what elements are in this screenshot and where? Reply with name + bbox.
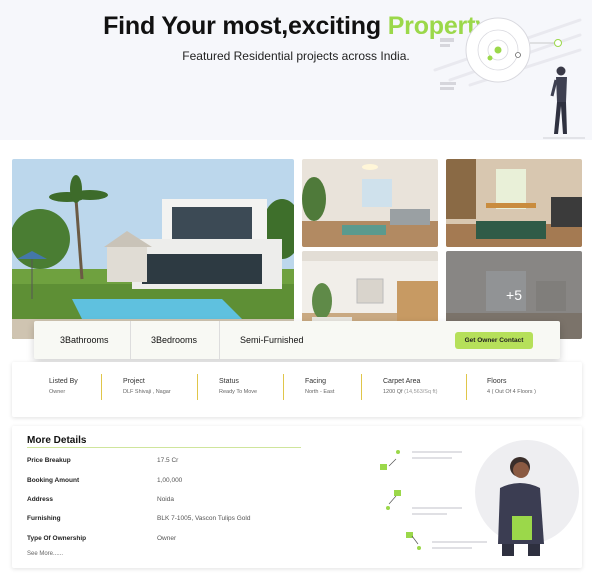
spec-divider (361, 374, 362, 400)
detail-label: Booking Amount (27, 477, 80, 484)
spec-label: Facing (305, 378, 327, 385)
furnishing-label: Semi-Furnished (240, 335, 304, 345)
bedrooms-label: 3Bedrooms (131, 321, 220, 359)
spec-value: DLF Shivaji , Nagar (123, 389, 171, 395)
detail-row: Furnishing BLK 7-1005, Vascon Tulips Gol… (27, 515, 327, 527)
see-more-link[interactable]: See More...... (27, 551, 63, 557)
spec-label: Floors (487, 378, 507, 385)
person-checklist-illustration (380, 440, 579, 556)
spec-divider (466, 374, 467, 400)
more-details-title: More Details (27, 435, 87, 446)
spec-divider (283, 374, 284, 400)
bathrooms-label: 3Bathrooms (34, 321, 131, 359)
carpet-area-rate: (14,563/Sq ft) (404, 389, 438, 395)
detail-label: Type Of Ownership (27, 535, 87, 542)
spec-value: 1200 Qf (14,563/Sq ft) (383, 389, 437, 395)
detail-label: Price Breakup (27, 457, 71, 464)
detail-value: BLK 7-1005, Vascon Tulips Gold (157, 515, 251, 522)
spec-label: Status (219, 378, 239, 385)
detail-label: Furnishing (27, 515, 61, 522)
carpet-area-value: 1200 Qf (383, 389, 403, 395)
spec-label: Listed By (49, 378, 78, 385)
detail-value: Owner (157, 535, 177, 542)
dining-room-photo[interactable] (446, 159, 582, 247)
detail-row: Address Noida (27, 496, 327, 508)
hero-title-text: Find Your most,exciting (103, 12, 388, 40)
living-room-photo[interactable] (302, 159, 438, 247)
title-underline (27, 447, 301, 448)
detail-value: 17.5 Cr (157, 457, 179, 464)
spec-value: Owner (49, 389, 66, 395)
spec-value: 4 ( Out Of 4 Floors ) (487, 389, 536, 395)
spec-value: Ready To Move (219, 389, 258, 395)
spec-listed-by: Listed By Owner (49, 372, 78, 406)
spec-carpet-area: Carpet Area 1200 Qf (14,563/Sq ft) (383, 372, 437, 406)
main-house-photo[interactable] (12, 159, 294, 339)
spec-divider (197, 374, 198, 400)
detail-value: Noida (157, 496, 174, 503)
spec-divider (101, 374, 102, 400)
property-search-illustration (433, 17, 585, 139)
hero-section: Find Your most,exciting Property Feature… (0, 0, 592, 140)
spec-value: North - East (305, 389, 335, 395)
spec-label: Project (123, 378, 145, 385)
spec-facing: Facing North - East (305, 372, 334, 406)
spec-label: Carpet Area (383, 378, 421, 385)
spec-floors: Floors 4 ( Out Of 4 Floors ) (487, 372, 536, 406)
detail-row: Booking Amount 1,00,000 (27, 477, 327, 489)
photo-gallery: +5 (12, 159, 582, 339)
detail-value: 1,00,000 (157, 477, 183, 484)
detail-row: Type Of Ownership Owner (27, 535, 327, 547)
property-specs-strip: Listed By Owner Project DLF Shivaji , Na… (12, 362, 582, 417)
feature-bar: 3Bathrooms 3Bedrooms Semi-Furnished Get … (34, 321, 560, 359)
detail-row: Price Breakup 17.5 Cr (27, 457, 327, 469)
detail-label: Address (27, 496, 54, 503)
more-details-card: More Details Price Breakup 17.5 Cr Booki… (12, 426, 582, 568)
spec-project: Project DLF Shivaji , Nagar (123, 372, 171, 406)
get-owner-contact-button[interactable]: Get Owner Contact (455, 331, 533, 349)
spec-status: Status Ready To Move (219, 372, 257, 406)
